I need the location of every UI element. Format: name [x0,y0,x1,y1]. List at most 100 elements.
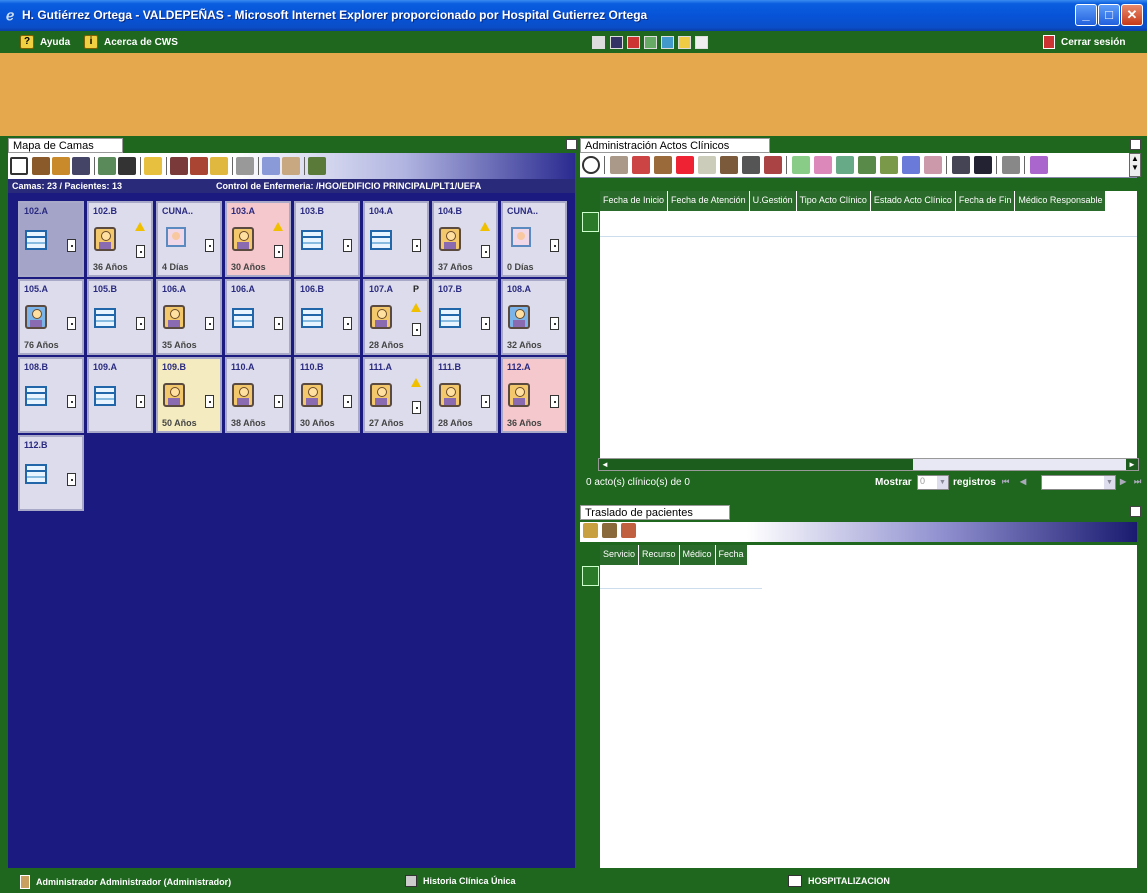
tool-house-icon[interactable] [654,156,672,174]
bed-card[interactable]: 110.B 30 Años [294,357,360,433]
transfer-add-icon[interactable] [583,523,598,538]
bed-card[interactable]: 112.B [18,435,84,511]
bed-card[interactable]: 102.B 36 Años [87,201,153,277]
tool-act-10-icon[interactable] [924,156,942,174]
row-selector[interactable] [582,212,599,232]
tool-export-icon[interactable] [308,157,326,175]
tool-doc-icon[interactable] [698,156,716,174]
clipboard-red-icon[interactable] [764,156,782,174]
bed-card[interactable]: 103.A 30 Años [225,201,291,277]
tool-bed-icon[interactable] [72,157,90,175]
clipboard-icon[interactable] [742,156,760,174]
tool-printer-icon[interactable] [236,157,254,175]
tool-edit-icon[interactable] [262,157,280,175]
heart-icon[interactable] [676,156,694,174]
toolbar-scroll-button[interactable]: ▲ ▼ [1129,153,1141,177]
toolbar-icon-4[interactable] [644,36,657,49]
bed-card[interactable]: CUNA.. 0 Días [501,201,567,277]
toolbar-icon-6[interactable] [678,36,691,49]
bed-card[interactable]: 104.B 37 Años [432,201,498,277]
calendar-icon[interactable] [952,156,970,174]
grid-icon[interactable] [974,156,992,174]
tool-act-6-icon[interactable] [836,156,854,174]
minimize-button[interactable]: _ [1075,4,1097,26]
panel-toggle-button[interactable] [1130,139,1141,150]
search-icon[interactable] [582,156,600,174]
bed-card[interactable]: 108.A 32 Años [501,279,567,355]
bed-card[interactable]: 105.A 76 Años [18,279,84,355]
column-header[interactable]: Médico Responsable [1015,191,1107,211]
column-header[interactable]: Fecha [716,545,748,565]
scroll-right-icon[interactable]: ► [1126,459,1138,470]
printer-icon[interactable] [1002,156,1020,174]
tool-act-4-icon[interactable] [792,156,810,174]
tool-book-icon[interactable] [144,157,162,175]
bed-card[interactable]: 109.A [87,357,153,433]
column-header[interactable]: U.Gestión [750,191,797,211]
maximize-button[interactable]: □ [1098,4,1120,26]
bed-card[interactable]: 106.A [225,279,291,355]
tool-print-icon[interactable] [170,157,188,175]
tool-act-7-icon[interactable] [858,156,876,174]
bed-card[interactable]: 102.A [18,201,84,277]
page-select[interactable]: ▼ [1041,475,1116,490]
scroll-thumb[interactable] [611,459,913,470]
column-header[interactable]: Médico [680,545,716,565]
toolbar-icon-1[interactable] [592,36,605,49]
bed-card[interactable]: 107.A P 28 Años [363,279,429,355]
tool-refresh-icon[interactable] [98,157,116,175]
help-menu[interactable]: ? Ayuda [20,35,70,49]
toolbar-icon-3[interactable] [627,36,640,49]
tool-act-5-icon[interactable] [814,156,832,174]
tool-act-9-icon[interactable] [902,156,920,174]
close-button[interactable]: ✕ [1121,4,1143,26]
tool-hourglass-icon[interactable] [118,157,136,175]
bed-card[interactable]: 104.A [363,201,429,277]
about-menu[interactable]: i Acerca de CWS [84,35,178,49]
column-header[interactable]: Fecha de Inicio [600,191,669,211]
row-selector[interactable] [582,566,599,586]
bed-card[interactable]: 109.B 50 Años [156,357,222,433]
history-link[interactable]: Historia Clínica Única [405,875,516,887]
first-page-icon[interactable]: ⏮ [1002,477,1009,487]
tool-table-icon[interactable] [282,157,300,175]
tool-list-icon[interactable] [190,157,208,175]
bed-card[interactable]: 112.A 36 Años [501,357,567,433]
transfer-edit-icon[interactable] [602,523,617,538]
last-page-icon[interactable]: ⏭ [1134,477,1141,487]
bed-card[interactable]: 111.A 27 Años [363,357,429,433]
column-header[interactable]: Fecha de Atención [668,191,750,211]
scroll-left-icon[interactable]: ◄ [599,459,611,470]
panel-toggle-button[interactable] [1130,506,1141,517]
bed-card[interactable]: 103.B [294,201,360,277]
toolbar-icon-2[interactable] [610,36,623,49]
bed-card[interactable]: 107.B [432,279,498,355]
next-page-icon[interactable]: ▶ [1120,477,1126,486]
tool-person-icon[interactable] [32,157,50,175]
bed-card[interactable]: 106.B [294,279,360,355]
column-header[interactable]: Fecha de Fin [956,191,1016,211]
tool-act-3-icon[interactable] [720,156,738,174]
page-size-select[interactable]: 0 ▼ [917,475,949,490]
bed-card[interactable]: CUNA.. 4 Días [156,201,222,277]
transfer-delete-icon[interactable] [621,523,636,538]
tool-act-8-icon[interactable] [880,156,898,174]
tool-admit-icon[interactable] [52,157,70,175]
logout-button[interactable]: Cerrar sesión [1043,35,1125,49]
tool-act-2-icon[interactable] [632,156,650,174]
tool-act-1-icon[interactable] [610,156,628,174]
bed-card[interactable]: 110.A 38 Años [225,357,291,433]
horizontal-scrollbar[interactable]: ◄ ► [598,458,1139,471]
toolbar-icon-5[interactable] [661,36,674,49]
toolbar-icon-7[interactable] [695,36,708,49]
tool-map-icon[interactable] [10,157,28,175]
panel-toggle-button[interactable] [566,139,577,150]
bed-card[interactable]: 106.A 35 Años [156,279,222,355]
tool-act-11-icon[interactable] [1030,156,1048,174]
bed-card[interactable]: 111.B 28 Años [432,357,498,433]
tool-help-icon[interactable] [210,157,228,175]
bed-card[interactable]: 105.B [87,279,153,355]
column-header[interactable]: Estado Acto Clínico [871,191,956,211]
column-header[interactable]: Tipo Acto Clínico [797,191,871,211]
prev-page-icon[interactable]: ◀ [1020,477,1026,486]
